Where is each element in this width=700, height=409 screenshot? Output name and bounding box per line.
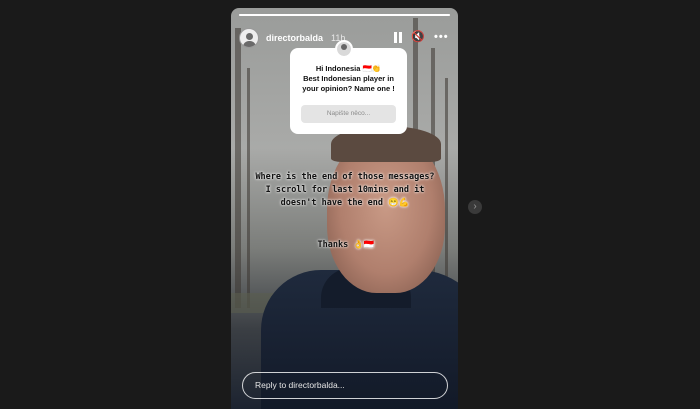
background-tree	[235, 28, 241, 308]
overlay-thanks-text: Thanks 👌🇮🇩	[317, 240, 375, 250]
story-viewer[interactable]: directorbalda 11h 🔇 ••• Hi Indonesia 🇮🇩👏…	[231, 8, 458, 409]
question-sticker[interactable]: Hi Indonesia 🇮🇩👏 Best Indonesian player …	[290, 48, 407, 134]
user-avatar[interactable]	[239, 28, 259, 48]
next-story-button[interactable]: ›	[468, 200, 482, 214]
pause-icon[interactable]	[393, 32, 403, 44]
story-progress-bar	[239, 14, 450, 16]
more-options-icon[interactable]: •••	[434, 30, 449, 44]
overlay-message-text: Where is the end of those messages? I sc…	[255, 172, 435, 208]
question-answer-input[interactable]: Napište něco...	[301, 105, 396, 123]
question-text: Hi Indonesia 🇮🇩👏 Best Indonesian player …	[302, 64, 395, 93]
story-progress-fill	[239, 14, 450, 16]
speaker-muted-icon[interactable]: 🔇	[411, 30, 425, 44]
story-username[interactable]: directorbalda	[266, 33, 323, 43]
sticker-avatar	[335, 40, 353, 58]
reply-input[interactable]: Reply to directorbalda...	[242, 372, 448, 399]
